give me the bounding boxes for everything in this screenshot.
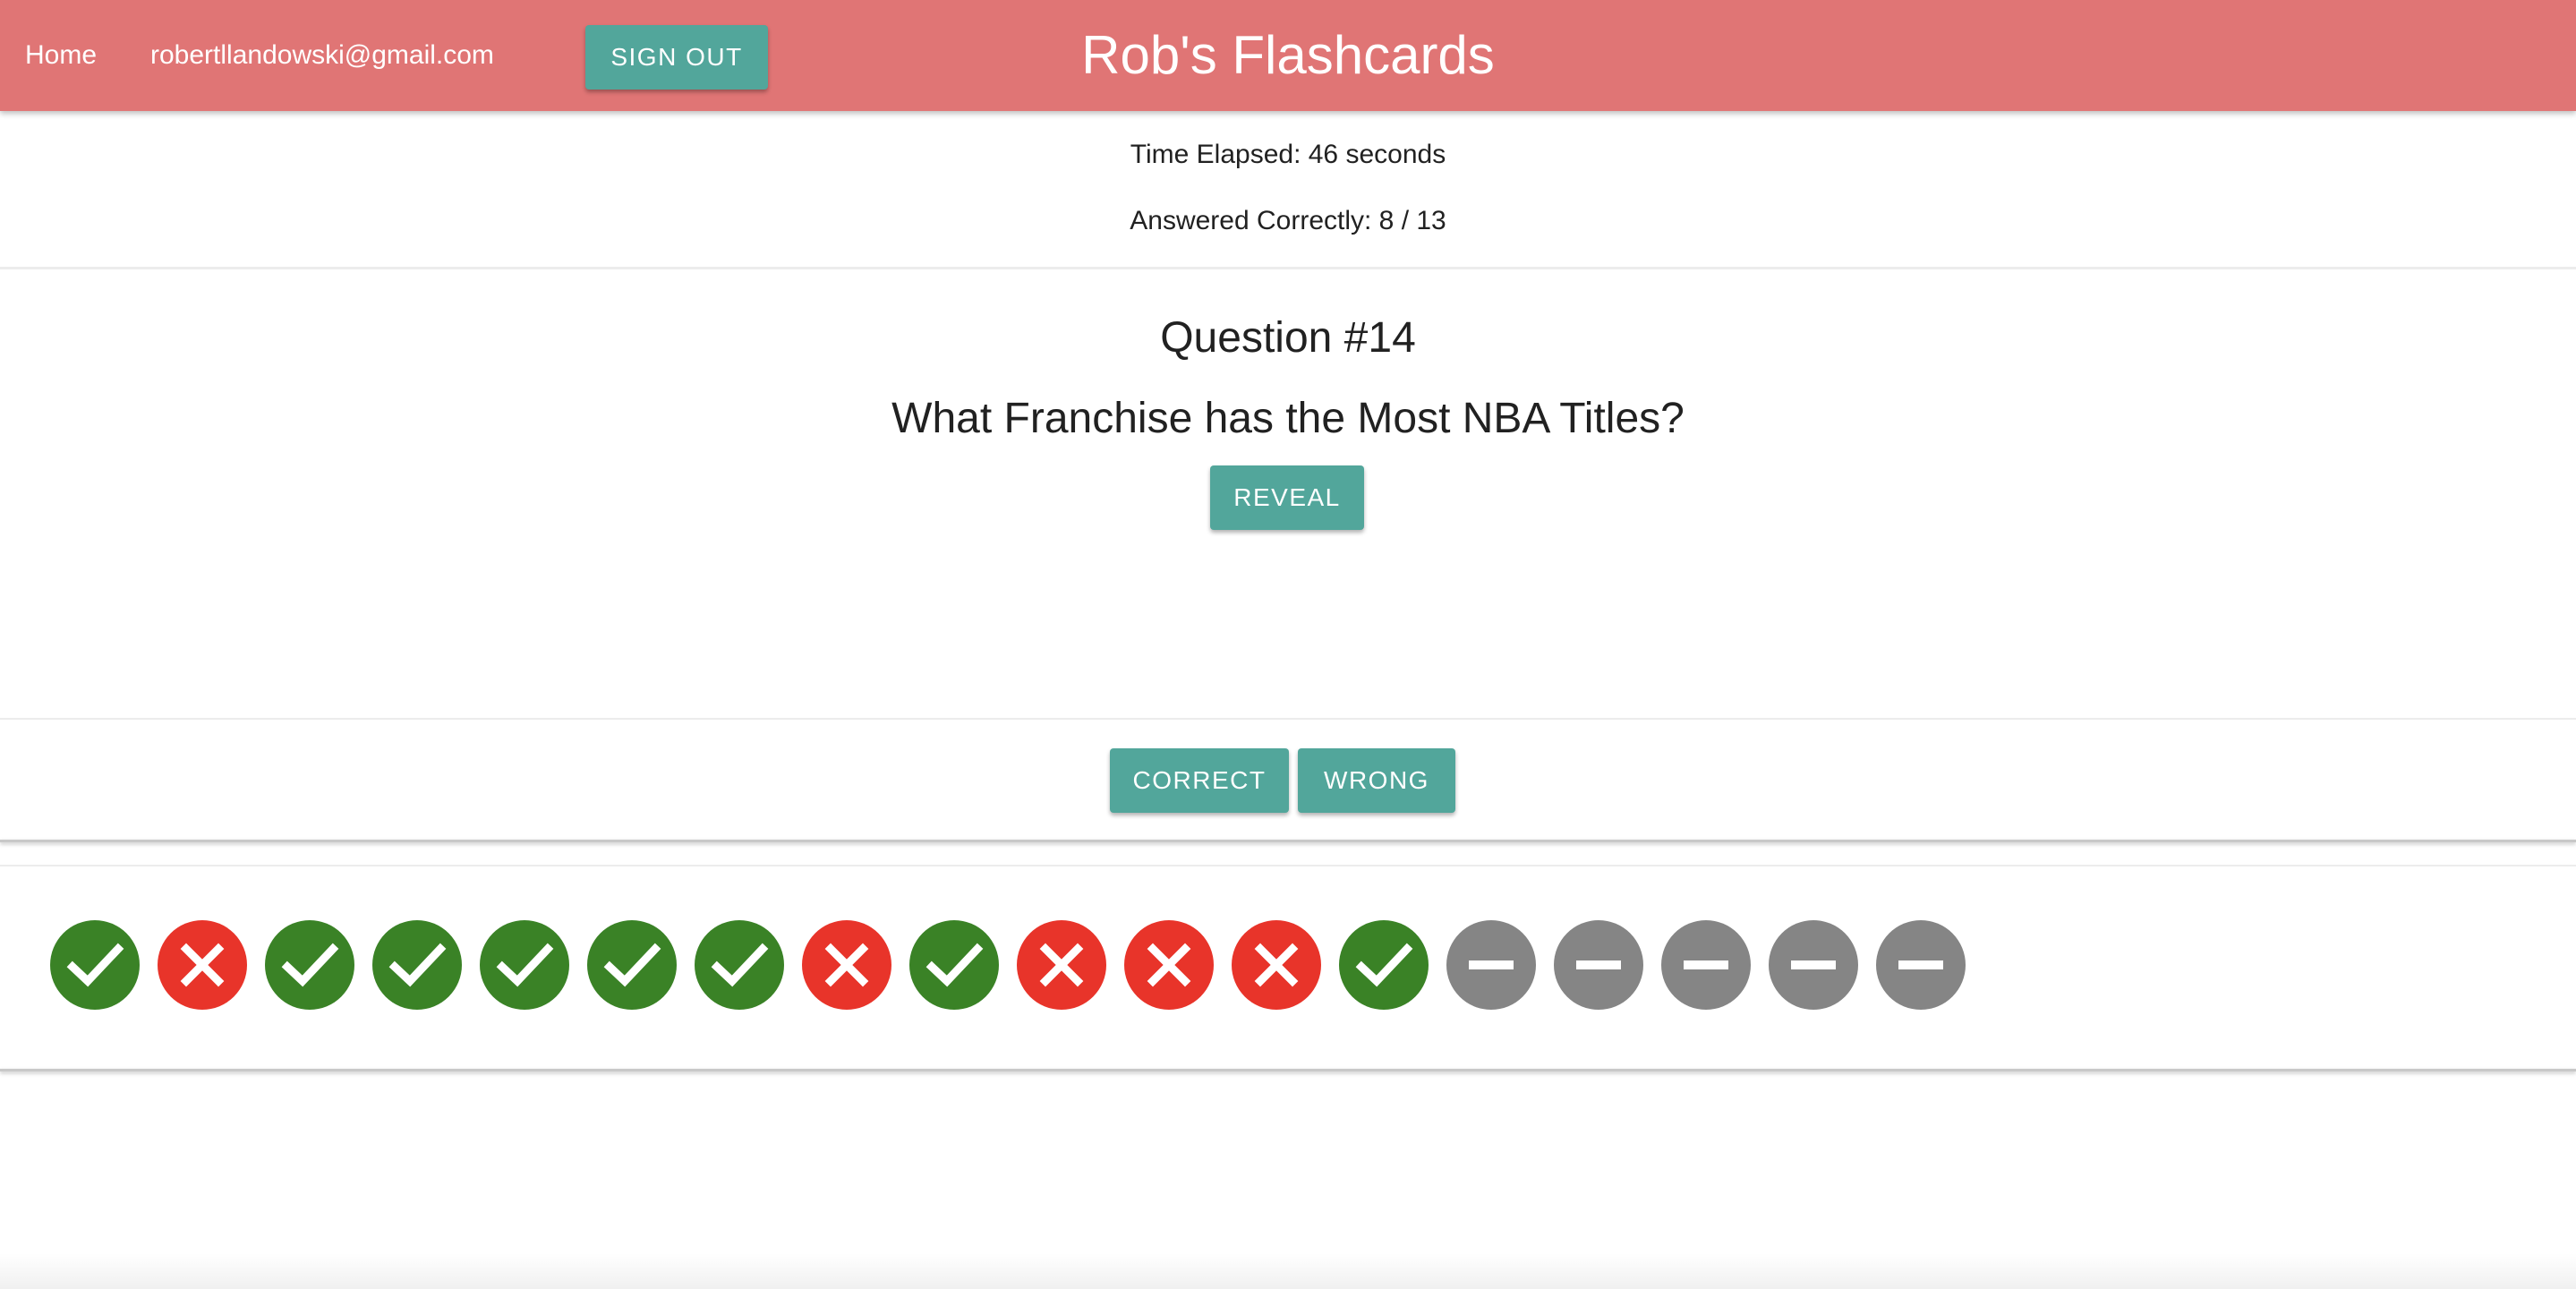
question-number: Question #14 [1160, 314, 1416, 362]
progress-circle-7 [695, 920, 784, 1010]
progress-circle-9 [909, 920, 999, 1010]
bottom-fade [0, 1253, 2576, 1289]
progress-circle-1 [50, 920, 140, 1010]
divider [0, 267, 2576, 269]
progress-circle-6 [587, 920, 677, 1010]
nav-home-link[interactable]: Home [25, 0, 97, 111]
progress-tracker [50, 920, 1966, 1010]
time-elapsed: Time Elapsed: 46 seconds [1130, 140, 1446, 169]
card-edge [0, 1069, 2576, 1071]
correct-button[interactable]: CORRECT [1110, 748, 1289, 813]
progress-circle-16 [1661, 920, 1751, 1010]
progress-circle-5 [480, 920, 569, 1010]
progress-circle-2 [158, 920, 247, 1010]
progress-circle-3 [265, 920, 354, 1010]
progress-circle-12 [1232, 920, 1321, 1010]
reveal-button[interactable]: REVEAL [1210, 465, 1364, 530]
answered-correctly: Answered Correctly: 8 / 13 [1130, 206, 1446, 235]
user-email: robertllandowski@gmail.com [150, 40, 494, 70]
progress-circle-8 [802, 920, 891, 1010]
card-edge [0, 840, 2576, 842]
wrong-button[interactable]: WRONG [1298, 748, 1455, 813]
progress-circle-14 [1446, 920, 1536, 1010]
progress-circle-17 [1769, 920, 1858, 1010]
progress-circle-11 [1124, 920, 1214, 1010]
app-bar: Home robertllandowski@gmail.com SIGN OUT… [0, 0, 2576, 111]
progress-circle-10 [1017, 920, 1106, 1010]
sign-out-button[interactable]: SIGN OUT [585, 25, 768, 90]
progress-circle-4 [372, 920, 462, 1010]
divider [0, 718, 2576, 720]
progress-circle-18 [1876, 920, 1966, 1010]
divider [0, 865, 2576, 866]
question-text: What Franchise has the Most NBA Titles? [891, 395, 1685, 442]
progress-circle-13 [1339, 920, 1429, 1010]
progress-circle-15 [1554, 920, 1643, 1010]
